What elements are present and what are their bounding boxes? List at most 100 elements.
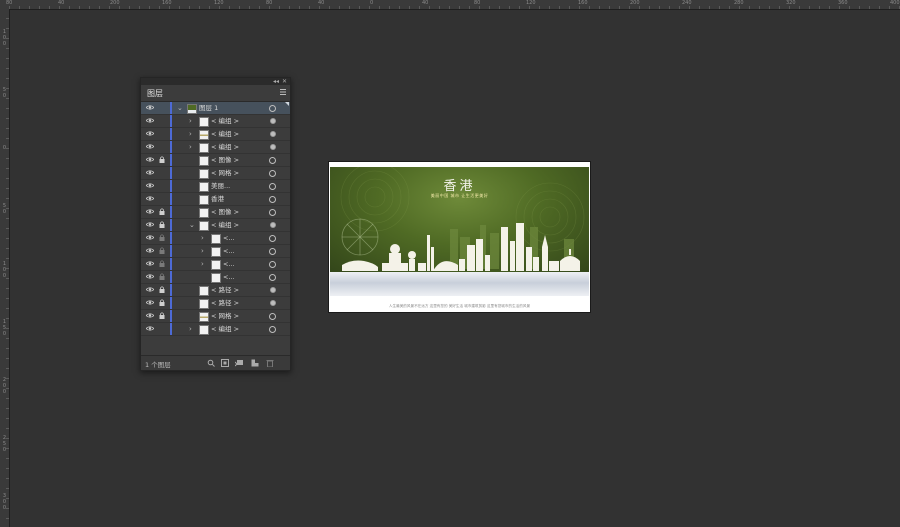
lock-icon[interactable]: [159, 312, 165, 319]
visibility-eye-icon[interactable]: [146, 222, 154, 227]
expand-chevron-icon[interactable]: ›: [201, 246, 204, 256]
visibility-eye-icon[interactable]: [146, 131, 154, 136]
target-circle-icon[interactable]: [269, 326, 276, 333]
layer-name[interactable]: < 编组 >: [211, 116, 239, 126]
layer-row[interactable]: < 图像 >: [141, 154, 290, 167]
target-circle-icon[interactable]: [269, 274, 276, 281]
expand-chevron-icon[interactable]: ›: [189, 116, 192, 126]
artboard[interactable]: 香港 美丽中国 城市 让生活更美好 人生最美的风景不在远方 这里有您的 美好生活…: [329, 162, 590, 312]
lock-icon[interactable]: [159, 221, 165, 228]
layer-name[interactable]: < 网格 >: [211, 311, 239, 321]
layer-name[interactable]: < 编组 >: [211, 220, 239, 230]
layer-name[interactable]: <...: [223, 272, 235, 282]
visibility-eye-icon[interactable]: [146, 209, 154, 214]
layer-name[interactable]: 香港: [211, 194, 224, 204]
collapse-chevron-icon[interactable]: ⌄: [189, 220, 195, 230]
layer-row[interactable]: < 图像 >: [141, 206, 290, 219]
target-circle-icon[interactable]: [270, 300, 276, 306]
horizontal-ruler[interactable]: 80 40 200 160 120 80 40 0 40 80 120 160 200 240 280 320…: [0, 0, 900, 10]
visibility-eye-icon[interactable]: [146, 274, 154, 279]
target-circle-icon[interactable]: [270, 144, 276, 150]
locate-object-icon[interactable]: [207, 359, 215, 367]
layer-row[interactable]: ⌄ < 编组 >: [141, 219, 290, 232]
collapse-chevron-icon[interactable]: ⌄: [177, 103, 183, 113]
layer-row[interactable]: › <...: [141, 232, 290, 245]
layer-name[interactable]: <...: [223, 259, 235, 269]
target-circle-icon[interactable]: [270, 287, 276, 293]
layer-row[interactable]: 美丽...: [141, 180, 290, 193]
target-circle-icon[interactable]: [269, 170, 276, 177]
layer-row[interactable]: › <...: [141, 258, 290, 271]
visibility-eye-icon[interactable]: [146, 157, 154, 162]
layer-name[interactable]: 图层 1: [199, 103, 218, 113]
lock-icon[interactable]: [159, 286, 165, 293]
layer-row[interactable]: › < 编组 >: [141, 115, 290, 128]
layer-name[interactable]: < 图像 >: [211, 207, 239, 217]
expand-chevron-icon[interactable]: ›: [189, 142, 192, 152]
expand-chevron-icon[interactable]: ›: [189, 129, 192, 139]
visibility-eye-icon[interactable]: [146, 118, 154, 123]
target-circle-icon[interactable]: [269, 235, 276, 242]
visibility-eye-icon[interactable]: [146, 248, 154, 253]
target-circle-icon[interactable]: [269, 313, 276, 320]
visibility-eye-icon[interactable]: [146, 144, 154, 149]
expand-chevron-icon[interactable]: ›: [201, 259, 204, 269]
vertical-ruler[interactable]: 1 0 0 5 0 0 5 0 1 0 0 1 5 0 2 0 0 2 5 0 3 0 0: [0, 9, 10, 527]
visibility-eye-icon[interactable]: [146, 170, 154, 175]
lock-icon[interactable]: [159, 234, 165, 241]
target-circle-icon[interactable]: [269, 105, 276, 112]
layer-name[interactable]: < 路径 >: [211, 298, 239, 308]
lock-icon[interactable]: [159, 247, 165, 254]
layer-row-top[interactable]: ⌄ 图层 1: [141, 102, 290, 115]
visibility-eye-icon[interactable]: [146, 196, 154, 201]
visibility-eye-icon[interactable]: [146, 105, 154, 110]
visibility-eye-icon[interactable]: [146, 287, 154, 292]
visibility-eye-icon[interactable]: [146, 235, 154, 240]
layer-name[interactable]: < 网格 >: [211, 168, 239, 178]
visibility-eye-icon[interactable]: [146, 300, 154, 305]
close-panel-icon[interactable]: ✕: [282, 78, 287, 85]
target-circle-icon[interactable]: [269, 196, 276, 203]
expand-chevron-icon[interactable]: ›: [189, 324, 192, 334]
tab-layers[interactable]: 图层: [147, 88, 163, 99]
delete-layer-icon[interactable]: [266, 359, 274, 367]
layer-row[interactable]: < 路径 >: [141, 297, 290, 310]
lock-icon[interactable]: [159, 208, 165, 215]
layer-row[interactable]: › <...: [141, 245, 290, 258]
visibility-eye-icon[interactable]: [146, 183, 154, 188]
target-circle-icon[interactable]: [270, 222, 276, 228]
layer-row[interactable]: <...: [141, 271, 290, 284]
create-sublayer-icon[interactable]: [235, 359, 243, 367]
layer-name[interactable]: < 编组 >: [211, 324, 239, 334]
target-circle-icon[interactable]: [269, 209, 276, 216]
visibility-eye-icon[interactable]: [146, 261, 154, 266]
visibility-eye-icon[interactable]: [146, 313, 154, 318]
target-circle-icon[interactable]: [270, 118, 276, 124]
create-new-layer-icon[interactable]: [251, 359, 259, 367]
collapse-panel-icon[interactable]: ◂◂: [273, 78, 279, 85]
layer-name[interactable]: < 图像 >: [211, 155, 239, 165]
make-clipping-mask-icon[interactable]: [221, 359, 229, 367]
visibility-eye-icon[interactable]: [146, 326, 154, 331]
lock-icon[interactable]: [159, 299, 165, 306]
lock-icon[interactable]: [159, 156, 165, 163]
layer-row[interactable]: › < 编组 >: [141, 128, 290, 141]
lock-icon[interactable]: [159, 260, 165, 267]
layer-name[interactable]: 美丽...: [211, 181, 230, 191]
layer-row[interactable]: < 网格 >: [141, 167, 290, 180]
layer-name[interactable]: <...: [223, 246, 235, 256]
layer-name[interactable]: < 路径 >: [211, 285, 239, 295]
layer-name[interactable]: <...: [223, 233, 235, 243]
target-circle-icon[interactable]: [269, 183, 276, 190]
panel-menu-icon[interactable]: [280, 89, 286, 95]
target-circle-icon[interactable]: [269, 248, 276, 255]
target-circle-icon[interactable]: [269, 261, 276, 268]
expand-chevron-icon[interactable]: ›: [201, 233, 204, 243]
target-circle-icon[interactable]: [269, 157, 276, 164]
target-circle-icon[interactable]: [270, 131, 276, 137]
layer-name[interactable]: < 编组 >: [211, 142, 239, 152]
layer-row[interactable]: < 网格 >: [141, 310, 290, 323]
layer-row[interactable]: › < 编组 >: [141, 141, 290, 154]
panel-title-bar[interactable]: ◂◂ ✕: [141, 78, 290, 85]
layer-name[interactable]: < 编组 >: [211, 129, 239, 139]
